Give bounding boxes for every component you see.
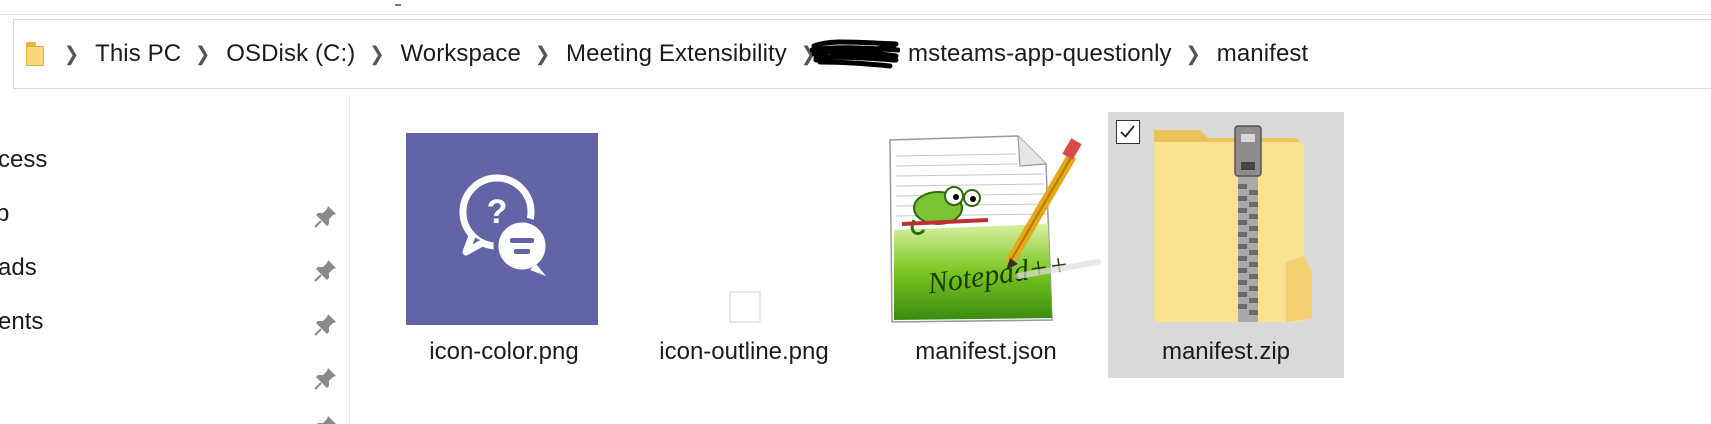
breadcrumb-meeting-extensibility[interactable]: Meeting Extensibility (566, 40, 787, 68)
chevron-right-icon[interactable]: ❯ (181, 44, 226, 64)
chevron-right-icon[interactable]: ❯ (50, 44, 95, 64)
zip-folder-icon (1108, 112, 1344, 328)
chevron-right-icon[interactable]: ❯ (1172, 44, 1217, 64)
blank-image-icon (626, 112, 862, 328)
file-item[interactable]: Notepad++ manifest.json (868, 112, 1104, 378)
breadcrumb-osdisk[interactable]: OSDisk (C:) (226, 40, 355, 68)
redaction-scribble (809, 36, 901, 72)
pin-icon[interactable] (314, 312, 338, 336)
pane-divider[interactable] (349, 96, 350, 424)
teams-question-chat-icon: ? (386, 112, 622, 328)
pin-icon[interactable] (314, 366, 338, 390)
nav-item-documents[interactable]: ents (0, 308, 43, 336)
nav-item-quick-access[interactable]: cess (0, 146, 47, 174)
nav-item-desktop[interactable]: p (0, 200, 9, 228)
pin-icon[interactable] (314, 258, 338, 282)
file-item[interactable]: ? icon-color.png (386, 112, 622, 378)
pin-icon[interactable] (314, 204, 338, 228)
file-explorer-window: ❯ This PC ❯ OSDisk (C:) ❯ Workspace ❯ Me… (0, 0, 1711, 424)
pin-icon[interactable] (314, 414, 338, 424)
nav-item-downloads[interactable]: ads (0, 254, 37, 282)
breadcrumb-manifest[interactable]: manifest (1217, 40, 1309, 68)
breadcrumb-msteams-app-questionly[interactable]: msteams-app-questionly (908, 40, 1172, 68)
folder-icon[interactable] (24, 42, 50, 66)
navigation-pane: cess p ads ents (0, 96, 350, 424)
file-name: manifest.json (915, 338, 1057, 365)
title-strip-fragment (395, 0, 401, 6)
title-strip (0, 0, 1711, 15)
file-item-selected[interactable]: manifest.zip (1108, 112, 1344, 378)
chevron-right-icon[interactable]: ❯ (355, 44, 400, 64)
file-name: icon-color.png (429, 338, 579, 365)
breadcrumb-workspace[interactable]: Workspace (400, 40, 521, 68)
file-name: manifest.zip (1161, 338, 1291, 365)
notepad-plus-plus-icon: Notepad++ (868, 112, 1104, 328)
file-name: icon-outline.png (659, 338, 829, 365)
chevron-right-icon[interactable]: ❯ (521, 44, 566, 64)
address-bar[interactable]: ❯ This PC ❯ OSDisk (C:) ❯ Workspace ❯ Me… (13, 19, 1711, 89)
file-item[interactable]: icon-outline.png (626, 112, 862, 378)
breadcrumb-this-pc[interactable]: This PC (95, 40, 181, 68)
